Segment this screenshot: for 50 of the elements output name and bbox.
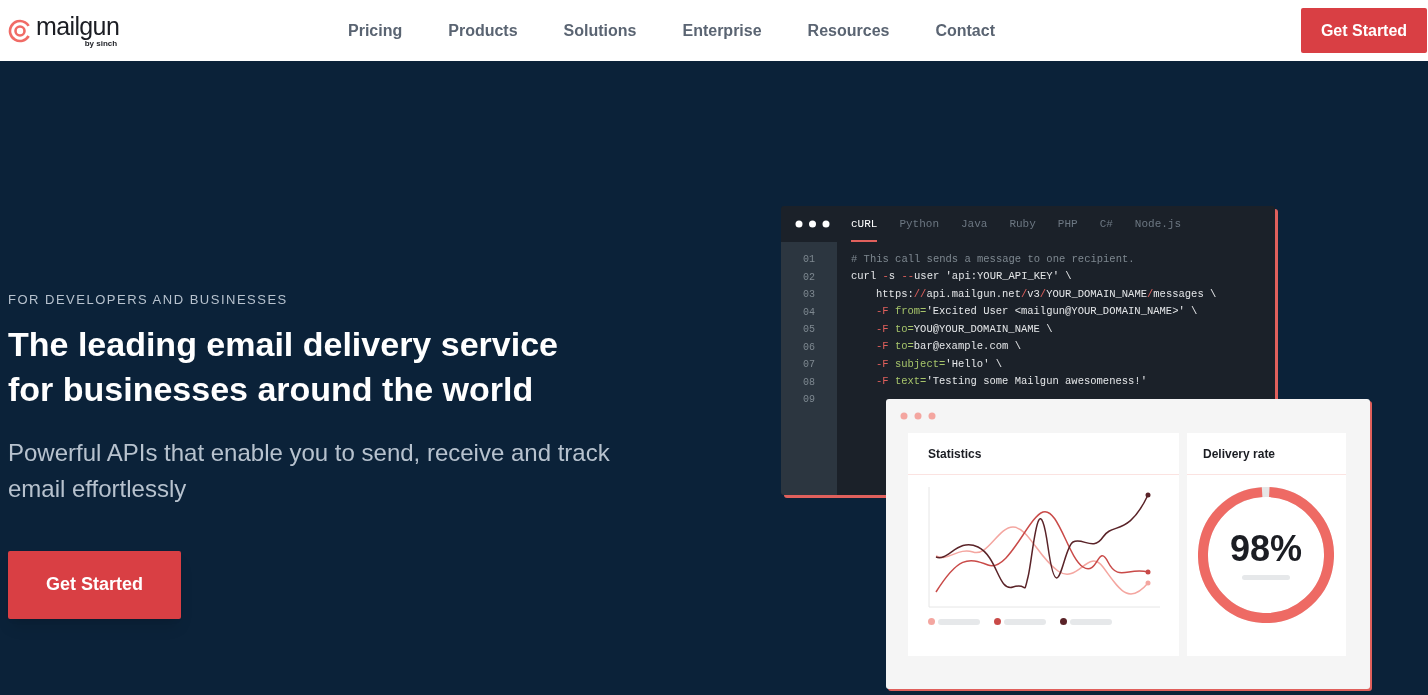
language-tab[interactable]: cURL (851, 206, 878, 242)
line-number: 03 (803, 288, 815, 302)
code-line: # This call sends a message to one recipient. (851, 251, 1135, 267)
line-number: 08 (803, 375, 815, 390)
nav-link[interactable]: Enterprise (682, 18, 762, 43)
get-started-button[interactable]: Get Started (8, 550, 181, 619)
code-line: -F to=bar@example.com \ (876, 339, 1021, 355)
logo-icon (8, 18, 32, 43)
code-line: -F text='Testing some Mailgun awesomeness!' (876, 374, 1147, 390)
hero-heading: The leading email delivery service for businesses around the world (8, 323, 559, 410)
window-dots-icon (795, 220, 830, 228)
language-tab[interactable]: Python (899, 206, 939, 242)
line-number: 01 (803, 253, 815, 267)
placeholder-bar (1242, 574, 1290, 580)
language-tab[interactable]: Java (961, 206, 988, 242)
language-tab[interactable]: C# (1099, 206, 1113, 242)
window-dots-icon (900, 412, 936, 420)
nav-link[interactable]: Pricing (348, 18, 403, 43)
logo-byline: by sinch (84, 39, 118, 48)
logo-wordmark: mailgun (36, 13, 120, 39)
language-tab[interactable]: Node.js (1134, 206, 1182, 242)
code-line: https://api.mailgun.net/v3/YOUR_DOMAIN_NAME/messages \ (876, 286, 1217, 302)
code-line: curl -s --user 'api:YOUR_API_KEY' \ (851, 269, 1072, 285)
language-tab[interactable]: PHP (1057, 206, 1078, 242)
hero-subtitle: Powerful APIs that enable you to send, receive and track email effortlessly (8, 437, 611, 504)
placeholder-bar (938, 618, 980, 625)
line-number: 04 (803, 305, 815, 320)
line-number: 06 (803, 340, 815, 355)
nav-link[interactable]: Contact (935, 18, 995, 43)
delivery-rate-value: 98% (1229, 530, 1303, 567)
nav-link[interactable]: Solutions (563, 18, 637, 43)
code-line: -F subject='Hello' \ (876, 356, 1003, 372)
chart-point (1145, 492, 1151, 498)
line-number: 05 (803, 323, 815, 337)
code-line: -F to=YOU@YOUR_DOMAIN_NAME \ (876, 321, 1053, 337)
nav-link[interactable]: Resources (807, 18, 890, 43)
get-started-button[interactable]: Get Started (1301, 8, 1427, 53)
card-title: Statistics (928, 445, 982, 463)
chart-point (1145, 569, 1151, 575)
placeholder-bar (1070, 618, 1112, 625)
card-title: Delivery rate (1203, 445, 1276, 463)
eyebrow-text: FOR DEVELOPERS AND BUSINESSES (8, 291, 289, 309)
chart-point (1145, 580, 1151, 586)
line-number: 07 (803, 358, 815, 372)
line-number: 02 (803, 270, 815, 285)
nav-link[interactable]: Products (448, 18, 518, 43)
line-number: 09 (803, 393, 815, 407)
code-line: -F from='Excited User <mailgun@YOUR_DOMAIN_NAME>' \ (876, 304, 1198, 320)
placeholder-bar (1004, 618, 1046, 625)
language-tab[interactable]: Ruby (1009, 206, 1036, 242)
